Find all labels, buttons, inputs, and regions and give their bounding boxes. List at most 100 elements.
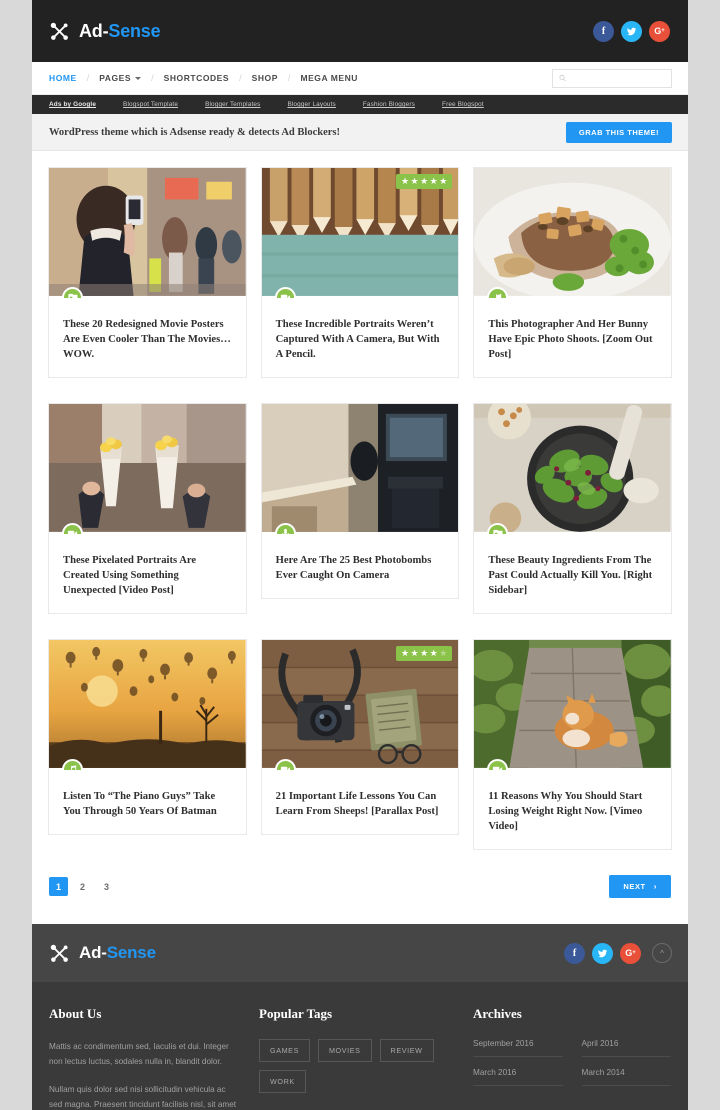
- post-title[interactable]: Here Are The 25 Best Photobombs Ever Cau…: [276, 553, 445, 583]
- footer-top-bar: Ad-Sense f G + ^: [32, 924, 688, 982]
- post-title[interactable]: 11 Reasons Why You Should Start Losing W…: [488, 789, 657, 834]
- archives-title: Archives: [473, 1006, 522, 1021]
- next-label: NEXT: [623, 882, 646, 891]
- post-title[interactable]: These Beauty Ingredients From The Past C…: [488, 553, 657, 598]
- ads-link-2[interactable]: Blogger Templates: [205, 101, 260, 108]
- tags-title: Popular Tags: [259, 1006, 333, 1021]
- site-logo[interactable]: Ad-Sense: [49, 21, 161, 42]
- facebook-icon[interactable]: f: [564, 942, 585, 964]
- thumbnail-image: [49, 404, 246, 532]
- post-thumbnail[interactable]: ★ ★ ★ ★ ★: [261, 640, 459, 770]
- archive-item[interactable]: March 2014: [581, 1068, 671, 1086]
- nav-item-home[interactable]: HOME: [49, 73, 77, 83]
- ads-link-3[interactable]: Blogger Layouts: [287, 101, 335, 108]
- footer-social-links: f G +: [564, 942, 641, 964]
- post-title[interactable]: 21 Important Life Lessons You Can Learn …: [276, 789, 445, 819]
- star-icon-empty: ★: [439, 648, 448, 658]
- facebook-icon[interactable]: f: [593, 20, 614, 42]
- page-number-3[interactable]: 3: [97, 877, 116, 896]
- google-plus-icon[interactable]: G +: [620, 942, 641, 964]
- ads-link-5[interactable]: Free Blogspot: [442, 101, 484, 108]
- ads-link-1[interactable]: Blogspot Template: [123, 101, 178, 108]
- scatter-x-icon: [50, 944, 68, 962]
- star-icon: ★: [429, 176, 438, 186]
- nav-menu: HOME / PAGES / SHORTCODES / SHOP / MEGA …: [49, 73, 358, 83]
- site-shell: Ad-Sense f G + HOME / PAGES / SHORTCODES …: [32, 0, 688, 1110]
- twitter-icon[interactable]: [621, 20, 642, 42]
- post-thumbnail[interactable]: [474, 168, 671, 298]
- page-number-2[interactable]: 2: [73, 877, 92, 896]
- scatter-x-icon: [50, 22, 68, 40]
- tag-item[interactable]: REVIEW: [379, 1039, 434, 1062]
- google-plus-icon[interactable]: G +: [649, 20, 670, 42]
- post-card[interactable]: These Beauty Ingredients From The Past C…: [473, 403, 672, 614]
- archive-item[interactable]: April 2016: [581, 1039, 671, 1057]
- star-icon: ★: [439, 176, 448, 186]
- post-title[interactable]: Listen To “The Piano Guys” Take You Thro…: [63, 789, 232, 819]
- promo-notice-bar: WordPress theme which is Adsense ready &…: [32, 114, 688, 151]
- star-icon: ★: [420, 176, 429, 186]
- next-page-button[interactable]: NEXT ›: [609, 875, 671, 898]
- post-title[interactable]: This Photographer And Her Bunny Have Epi…: [488, 317, 657, 362]
- footer-about-column: About Us Mattis ac condimentum sed, Iacu…: [49, 1006, 259, 1110]
- post-body: 21 Important Life Lessons You Can Learn …: [262, 770, 459, 834]
- google-ads-bar: Ads by Google Blogspot Template Blogger …: [32, 95, 688, 114]
- footer-logo[interactable]: Ad-Sense: [49, 943, 156, 964]
- tag-item[interactable]: MOVIES: [317, 1039, 372, 1062]
- grab-theme-button[interactable]: GRAB THIS THEME!: [565, 121, 672, 143]
- post-title[interactable]: These Incredible Portraits Weren’t Captu…: [276, 317, 445, 362]
- pagination: 1 2 3 NEXT ›: [48, 875, 672, 924]
- thumbnail-image: [474, 640, 671, 768]
- ads-link-0[interactable]: Ads by Google: [49, 101, 96, 108]
- post-title[interactable]: These Pixelated Portraits Are Created Us…: [63, 553, 232, 598]
- archive-item[interactable]: September 2016: [473, 1039, 563, 1057]
- nav-item-shop[interactable]: SHOP: [252, 73, 278, 83]
- archive-item[interactable]: March 2016: [473, 1068, 563, 1086]
- post-card[interactable]: 11 Reasons Why You Should Start Losing W…: [473, 639, 672, 850]
- thumbnail-image: [474, 404, 671, 532]
- about-title: About Us: [49, 1006, 102, 1021]
- post-body: Listen To “The Piano Guys” Take You Thro…: [49, 770, 246, 834]
- footer-archives-column: Archives September 2016 April 2016 March…: [473, 1006, 671, 1110]
- chevron-right-icon: ›: [653, 882, 657, 891]
- chevron-down-icon: [135, 77, 142, 80]
- nav-item-shortcodes[interactable]: SHORTCODES: [164, 73, 229, 83]
- twitter-icon[interactable]: [592, 942, 613, 964]
- post-thumbnail[interactable]: [49, 168, 246, 298]
- post-body: 11 Reasons Why You Should Start Losing W…: [474, 770, 671, 849]
- star-icon: ★: [429, 648, 438, 658]
- post-card[interactable]: This Photographer And Her Bunny Have Epi…: [473, 167, 672, 378]
- post-card[interactable]: Here Are The 25 Best Photobombs Ever Cau…: [260, 403, 460, 599]
- search-box[interactable]: [552, 68, 672, 88]
- post-title[interactable]: These 20 Redesigned Movie Posters Are Ev…: [63, 317, 232, 362]
- post-thumbnail[interactable]: [49, 640, 246, 770]
- tag-item[interactable]: GAMES: [259, 1039, 310, 1062]
- post-thumbnail[interactable]: ★ ★ ★ ★ ★: [261, 168, 459, 298]
- nav-separator: /: [151, 73, 154, 83]
- nav-separator: /: [239, 73, 242, 83]
- post-card[interactable]: ★ ★ ★ ★ ★ 21 Important Life Lessons You …: [260, 639, 460, 835]
- thumbnail-image: [49, 640, 246, 768]
- post-card[interactable]: These 20 Redesigned Movie Posters Are Ev…: [48, 167, 247, 378]
- post-thumbnail[interactable]: [49, 404, 246, 534]
- tag-item[interactable]: WORK: [259, 1070, 306, 1093]
- nav-item-pages[interactable]: PAGES: [99, 73, 142, 83]
- post-body: These Pixelated Portraits Are Created Us…: [49, 534, 246, 613]
- header-social-links: f G +: [593, 20, 670, 42]
- star-icon: ★: [410, 648, 419, 658]
- post-card[interactable]: Listen To “The Piano Guys” Take You Thro…: [48, 639, 247, 835]
- post-thumbnail[interactable]: [474, 640, 671, 770]
- main-content: These 20 Redesigned Movie Posters Are Ev…: [32, 151, 688, 924]
- star-icon: ★: [400, 648, 410, 658]
- search-input[interactable]: [570, 73, 665, 83]
- post-thumbnail[interactable]: [261, 404, 459, 534]
- post-body: These Beauty Ingredients From The Past C…: [474, 534, 671, 613]
- post-card[interactable]: ★ ★ ★ ★ ★ These Incredible Portraits Wer…: [260, 167, 460, 378]
- post-thumbnail[interactable]: [474, 404, 671, 534]
- star-icon: ★: [420, 648, 429, 658]
- nav-item-mega-menu[interactable]: MEGA MENU: [300, 73, 358, 83]
- ads-link-4[interactable]: Fashion Bloggers: [363, 101, 415, 108]
- scroll-to-top-button[interactable]: ^: [652, 943, 672, 963]
- page-number-1[interactable]: 1: [49, 877, 68, 896]
- post-card[interactable]: These Pixelated Portraits Are Created Us…: [48, 403, 247, 614]
